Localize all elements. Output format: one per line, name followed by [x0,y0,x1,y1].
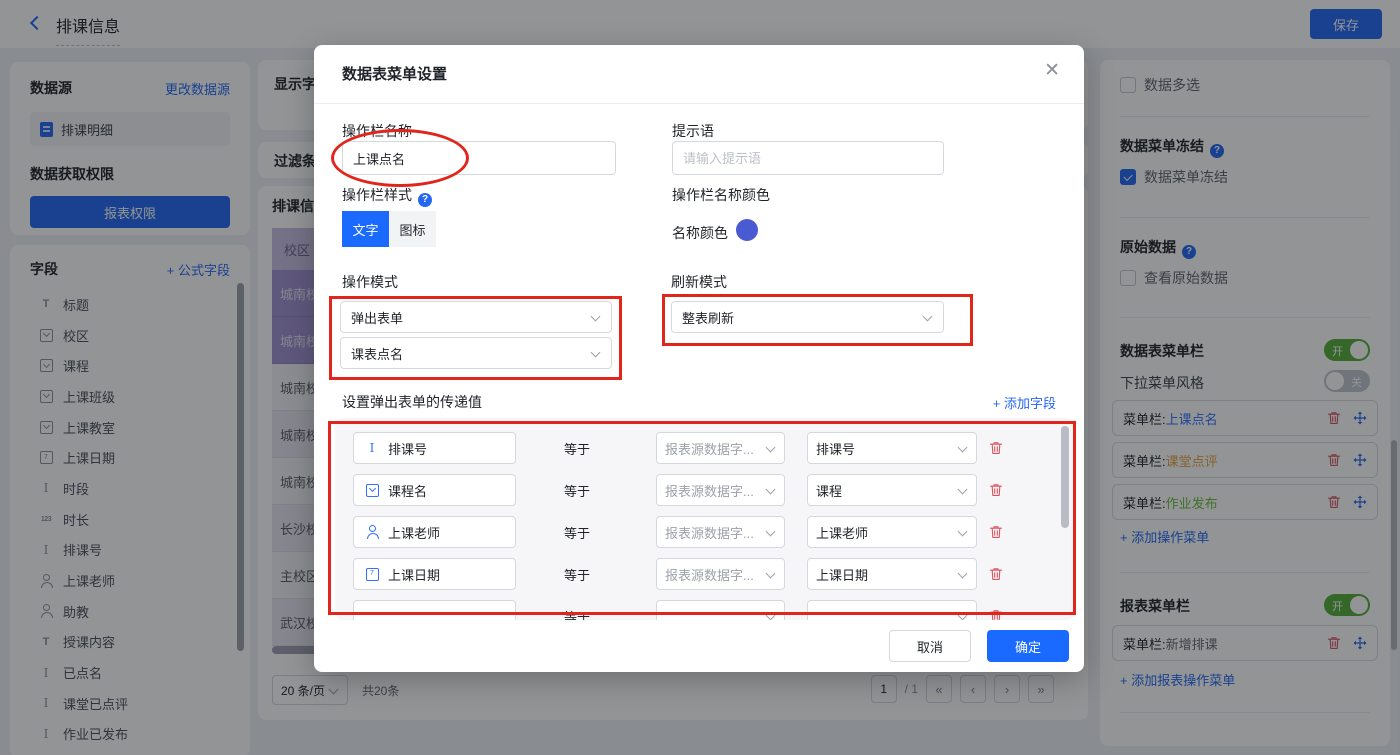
action-name-label: 操作栏名称 [342,121,412,141]
transfer-row: 上课日期 等于 报表源数据字... 上课日期 [353,558,1075,590]
action-mode-label: 操作模式 [342,272,398,292]
chevron-down-icon [766,569,776,579]
value-field-select-value: 排课号 [816,439,855,458]
delete-row-button[interactable] [989,441,1003,455]
transfer-field-name: 课程名 [388,481,427,500]
transfer-field-input[interactable] [353,600,516,620]
value-field-select[interactable]: 上课老师 [807,516,977,548]
transfer-field-input[interactable]: 课程名 [353,474,516,506]
equals-label: 等于 [564,481,590,500]
chevron-down-icon [766,611,776,620]
source-field-select[interactable]: 报表源数据字... [656,516,785,548]
help-icon[interactable] [418,193,432,207]
equals-label: 等于 [564,607,590,621]
style-tab-icon[interactable]: 图标 [389,211,436,247]
transfer-field-name: 上课老师 [388,523,440,542]
value-field-select[interactable] [807,600,977,620]
delete-row-button[interactable] [989,567,1003,581]
transfer-row: 上课老师 等于 报表源数据字... 上课老师 [353,516,1075,548]
name-color-section-label: 操作栏名称颜色 [672,185,770,205]
action-mode-sub-select[interactable]: 课表点名 [340,337,612,369]
name-color-label: 名称颜色 [672,223,728,243]
source-field-select[interactable]: 报表源数据字... [656,432,785,464]
text-field-icon [364,440,380,456]
value-field-select[interactable]: 上课日期 [807,558,977,590]
refresh-mode-label: 刷新模式 [671,272,727,292]
style-segmented-control: 文字 图标 [342,211,436,247]
source-field-select-value: 报表源数据字... [665,481,754,500]
value-field-select-value: 上课老师 [816,523,868,542]
transfer-values-label: 设置弹出表单的传递值 [342,392,482,412]
transfer-values-list: 排课号等于报表源数据字...排课号课程名等于报表源数据字...课程上课老师等于报… [335,418,1075,620]
chevron-down-icon [958,485,968,495]
transfer-list-scrollbar[interactable] [1061,426,1069,528]
chevron-down-icon [958,443,968,453]
confirm-button[interactable]: 确定 [987,630,1069,662]
close-icon[interactable]: ✕ [1044,59,1060,82]
refresh-mode-value: 整表刷新 [682,308,734,327]
style-tab-text[interactable]: 文字 [342,211,389,247]
tip-input[interactable] [672,141,944,175]
app-root: 排课信息 保存 数据源 更改数据源 排课明细 数据获取权限 报表权限 字段 + … [0,0,1400,755]
equals-label: 等于 [564,523,590,542]
chevron-down-icon [591,312,601,322]
date-field-icon [364,566,380,582]
action-mode-sub-value: 课表点名 [351,344,403,363]
table-menu-settings-dialog: 数据表菜单设置 ✕ 操作栏名称 提示语 操作栏样式 文字 图标 操作栏名称颜色 … [314,45,1084,672]
action-style-label: 操作栏样式 [342,185,432,207]
transfer-field-input[interactable]: 排课号 [353,432,516,464]
transfer-row: 排课号 等于 报表源数据字... 排课号 [353,432,1075,464]
value-field-select[interactable]: 排课号 [807,432,977,464]
person-field-icon [364,524,380,540]
divider [314,103,1084,104]
tip-label: 提示语 [672,121,714,141]
delete-row-button[interactable] [989,483,1003,497]
transfer-field-name: 上课日期 [388,565,440,584]
value-field-select-value: 课程 [816,481,842,500]
chevron-down-icon [766,443,776,453]
chevron-down-icon [958,527,968,537]
select-field-icon [364,482,380,498]
source-field-select-value: 报表源数据字... [665,523,754,542]
action-name-input[interactable] [342,141,616,175]
source-field-select-value: 报表源数据字... [665,565,754,584]
delete-row-button[interactable] [989,525,1003,539]
value-field-select[interactable]: 课程 [807,474,977,506]
equals-label: 等于 [564,565,590,584]
name-color-swatch[interactable] [736,219,758,241]
action-mode-value: 弹出表单 [351,308,403,327]
add-field-link[interactable]: + 添加字段 [993,393,1056,412]
transfer-field-name: 排课号 [388,439,427,458]
chevron-down-icon [958,569,968,579]
chevron-down-icon [923,312,933,322]
cancel-button[interactable]: 取消 [889,630,971,662]
source-field-select[interactable]: 报表源数据字... [656,558,785,590]
source-field-select[interactable] [656,600,785,620]
chevron-down-icon [591,348,601,358]
chevron-down-icon [958,611,968,620]
dialog-title: 数据表菜单设置 [342,63,447,84]
source-field-select[interactable]: 报表源数据字... [656,474,785,506]
action-mode-select[interactable]: 弹出表单 [340,301,612,333]
transfer-row: 课程名 等于 报表源数据字... 课程 [353,474,1075,506]
transfer-row-partial: 等于 [353,600,1075,620]
equals-label: 等于 [564,439,590,458]
transfer-rows: 排课号等于报表源数据字...排课号课程名等于报表源数据字...课程上课老师等于报… [353,432,1075,620]
source-field-select-value: 报表源数据字... [665,439,754,458]
transfer-field-input[interactable]: 上课老师 [353,516,516,548]
transfer-field-input[interactable]: 上课日期 [353,558,516,590]
chevron-down-icon [766,527,776,537]
refresh-mode-select[interactable]: 整表刷新 [671,301,944,333]
chevron-down-icon [766,485,776,495]
value-field-select-value: 上课日期 [816,565,868,584]
delete-row-button[interactable] [989,609,1003,620]
